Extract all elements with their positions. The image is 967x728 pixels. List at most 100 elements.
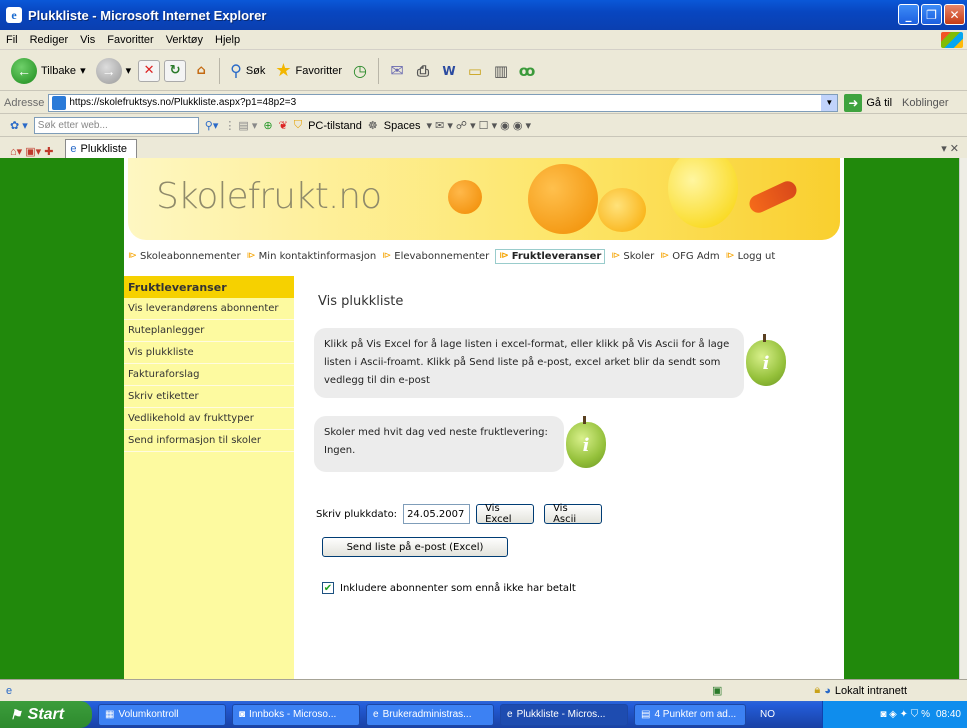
spaces-icon: ☸ <box>367 120 378 132</box>
language-indicator[interactable]: NO <box>760 709 775 720</box>
butterfly-icon[interactable]: ❦ <box>279 119 288 132</box>
research-icon[interactable]: ▥ <box>490 60 512 82</box>
windows-flag-icon: ⚑ <box>10 706 22 722</box>
add-icon[interactable]: ⊕ <box>263 119 272 132</box>
task-icon: e <box>507 709 513 720</box>
web-search-input[interactable]: Søk etter web... <box>33 117 199 134</box>
back-button[interactable]: ← Tilbake ▾ <box>8 57 89 84</box>
toolbar-extras-icon[interactable]: ▾ ✉ ▾ ☍ ▾ ☐ ▾ ◉ ◉ ▾ <box>426 119 531 132</box>
ie-window: e Plukkliste - Microsoft Internet Explor… <box>0 0 967 728</box>
schools-bubble: Skoler med hvit dag ved neste fruktlever… <box>314 416 564 472</box>
address-field[interactable]: https://skolefruktsys.no/Plukkliste.aspx… <box>48 93 839 112</box>
menu-tools[interactable]: Verktøy <box>160 34 209 46</box>
task-plukkliste[interactable]: e Plukkliste - Micros... <box>500 703 628 726</box>
stop-icon[interactable]: ✕ <box>138 59 161 82</box>
address-label: Adresse <box>4 96 45 109</box>
home-icon[interactable]: ⌂ <box>190 60 212 82</box>
spaces-button[interactable]: Spaces <box>384 120 421 132</box>
sidebar-item-vis-plukkliste[interactable]: Vis plukkliste <box>124 342 294 364</box>
tab-close-icon[interactable]: ▾ ✕ <box>941 142 959 155</box>
sidebar-item-vis-leverandorens-abonnenter[interactable]: Vis leverandørens abonnenter <box>124 298 294 320</box>
include-unpaid-label: Inkludere abonnenter som ennå ikke har b… <box>340 582 576 594</box>
vertical-scrollbar[interactable] <box>959 158 967 679</box>
zone-label: Lokalt intranett <box>834 684 907 697</box>
task-brukeradministrasjon[interactable]: e Brukeradministras... <box>366 703 494 726</box>
status-block-icon: ▣ <box>712 685 723 697</box>
vis-excel-button[interactable]: Vis Excel <box>476 503 535 525</box>
web-content: Skolefrukt.no ⧐ Skoleabonnementer ⧐ Min ko… <box>0 158 959 679</box>
maximize-button[interactable]: ❐ <box>921 4 942 25</box>
edit-icon[interactable]: W <box>438 60 460 82</box>
sidebar-item-fakturaforslag[interactable]: Fakturaforslag <box>124 364 294 386</box>
nav-skoler[interactable]: ⧐ Skoler <box>611 251 654 262</box>
back-arrow-icon: ← <box>11 57 37 84</box>
go-button[interactable]: Gå til <box>866 97 892 109</box>
sidebar-item-vedlikehold-av-frukttyper[interactable]: Vedlikehold av frukttyper <box>124 408 294 430</box>
nav-ofg-adm[interactable]: ⧐ OFG Adm <box>660 251 719 262</box>
menu-favorites[interactable]: Favoritter <box>101 34 159 46</box>
favorites-label: Favoritter <box>295 64 343 77</box>
address-dropdown-icon[interactable]: ▼ <box>821 94 838 111</box>
go-arrow-icon[interactable]: ➜ <box>844 93 863 112</box>
standard-toolbar: ← Tilbake ▾ → ▾ ✕ ↻ ⌂ ⚲ Søk ★ Favoritter ◷… <box>0 51 967 91</box>
task-icon: e <box>373 709 379 720</box>
nav-min-kontaktinformasjon[interactable]: ⧐ Min kontaktinformasjon <box>247 251 377 262</box>
schools-label: Skoler med hvit dag ved neste fruktlever… <box>324 427 548 438</box>
tab-list-icon[interactable]: ⌂▾ ▣▾ ✚ <box>10 145 53 158</box>
menu-help[interactable]: Hjelp <box>209 34 246 46</box>
pc-status-button[interactable]: PC-tilstand <box>308 120 362 132</box>
tab-bar: ⌂▾ ▣▾ ✚ e Plukkliste ▾ ✕ <box>0 138 967 158</box>
nav-elevabonnementer[interactable]: ⧐ Elevabonnementer <box>382 251 489 262</box>
tray-icons: ◙ ◈ ✦ ⛉ % <box>880 709 930 720</box>
task-punkter[interactable]: ▤ 4 Punkter om ad... <box>634 703 746 726</box>
window-title: Plukkliste - Microsoft Internet Explorer <box>28 7 267 23</box>
search-button[interactable]: ⚲ Søk <box>227 61 268 81</box>
page-title: Vis plukkliste <box>318 294 404 309</box>
task-icon: ▤ <box>641 709 651 720</box>
menu-bar: Fil Rediger Vis Favoritter Verktøy Hjelp <box>0 30 967 50</box>
start-button[interactable]: ⚑ Start <box>0 701 92 728</box>
nav-skoleabonnementer[interactable]: ⧐ Skoleabonnementer <box>128 251 241 262</box>
sidebar-item-ruteplanlegger[interactable]: Ruteplanlegger <box>124 320 294 342</box>
orange-fruit <box>528 164 598 234</box>
links-button[interactable]: Koblinger <box>902 97 948 109</box>
vis-ascii-button[interactable]: Vis Ascii <box>544 503 603 525</box>
ie-icon: e <box>6 7 22 23</box>
msn-icon[interactable]: ✿ ▾ <box>10 119 28 132</box>
security-zone: 🔒︎ ◕ Lokalt intranett <box>814 684 907 697</box>
task-innboks[interactable]: ◙ Innboks - Microso... <box>232 703 360 726</box>
include-unpaid-checkbox[interactable]: ✔ <box>322 582 334 594</box>
sidebar-item-skriv-etiketter[interactable]: Skriv etiketter <box>124 386 294 408</box>
nav-logg-ut[interactable]: ⧐ Logg ut <box>726 251 776 262</box>
messenger-icon[interactable]: ꝏ <box>516 60 538 82</box>
tab-plukkliste[interactable]: e Plukkliste <box>65 139 138 158</box>
sidebar-item-send-informasjon-til-skoler[interactable]: Send informasjon til skoler <box>124 430 294 452</box>
schools-value: Ingen. <box>324 445 356 456</box>
forward-button[interactable]: → ▾ <box>93 57 135 84</box>
highlight-icon[interactable]: ⋮ ▤ ▾ <box>224 119 257 132</box>
date-input[interactable]: 24.05.2007 <box>403 504 471 524</box>
folder-icon[interactable]: ▭ <box>464 60 486 82</box>
refresh-icon[interactable]: ↻ <box>164 59 187 82</box>
mail-icon[interactable]: ✉ <box>386 60 408 82</box>
search-go-icon[interactable]: ⚲▾ <box>205 119 219 132</box>
menu-file[interactable]: Fil <box>0 34 24 46</box>
history-icon[interactable]: ◷ <box>349 60 371 82</box>
close-button[interactable]: ✕ <box>944 4 965 25</box>
menu-edit[interactable]: Rediger <box>24 34 75 46</box>
favorites-button[interactable]: ★ Favoritter <box>272 60 345 81</box>
title-bar: e Plukkliste - Microsoft Internet Explor… <box>0 0 967 30</box>
minimize-button[interactable]: _ <box>898 4 919 25</box>
send-email-button[interactable]: Send liste på e-post (Excel) <box>322 537 508 557</box>
task-icon: ◙ <box>239 709 246 720</box>
task-volumkontroll[interactable]: ▦ Volumkontroll <box>98 703 226 726</box>
date-label: Skriv plukkdato: <box>316 508 398 520</box>
search-toolbar: ✿ ▾ Søk etter web... ⚲▾ ⋮ ▤ ▾ ⊕ ❦ ⛉ PC-t… <box>0 115 967 137</box>
back-label: Tilbake <box>41 64 77 77</box>
taskbar: ⚑ Start ▦ Volumkontroll ◙ Innboks - Micros… <box>0 701 967 728</box>
menu-view[interactable]: Vis <box>74 34 101 46</box>
nav-fruktleveranser[interactable]: ⧐ Fruktleveranser <box>495 248 606 264</box>
task-icon: ▦ <box>105 709 115 720</box>
print-icon[interactable]: ⎙ <box>412 60 434 82</box>
site-banner: Skolefrukt.no <box>128 158 840 240</box>
